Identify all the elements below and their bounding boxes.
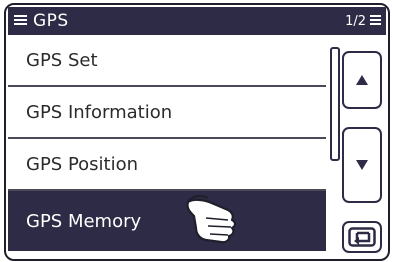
scrollbar[interactable]: [330, 47, 340, 161]
down-arrow-icon: [356, 160, 368, 170]
page-menu-icon: [370, 15, 381, 27]
menu-item-gps-memory[interactable]: GPS Memory: [8, 191, 326, 251]
menu-item-gps-set[interactable]: GPS Set: [8, 35, 326, 87]
scroll-down-button[interactable]: [342, 127, 382, 203]
menu-icon: [14, 15, 27, 27]
menu-item-label: GPS Set: [26, 49, 98, 71]
page-indicator: 1/2: [345, 14, 366, 29]
return-icon: [348, 227, 376, 247]
menu-item-label: GPS Information: [26, 101, 173, 123]
back-button[interactable]: [342, 221, 382, 253]
pointing-hand-icon: [186, 194, 237, 244]
title-bar: GPS 1/2: [8, 7, 386, 35]
up-arrow-icon: [356, 75, 368, 85]
menu-item-gps-position[interactable]: GPS Position: [8, 139, 326, 191]
menu-item-label: GPS Position: [26, 153, 139, 175]
menu-item-gps-information[interactable]: GPS Information: [8, 87, 326, 139]
menu-item-label: GPS Memory: [26, 210, 142, 232]
page-title: GPS: [33, 11, 69, 31]
scroll-up-button[interactable]: [342, 51, 382, 109]
menu-list: GPS Set GPS Information GPS Position GPS…: [8, 35, 326, 257]
